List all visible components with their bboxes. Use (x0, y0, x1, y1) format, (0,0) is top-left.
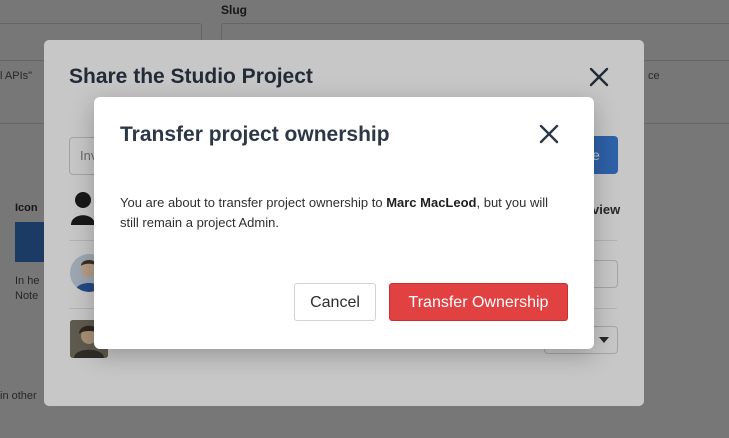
message-prefix: You are about to transfer project owners… (120, 195, 387, 210)
transfer-ownership-button[interactable]: Transfer Ownership (389, 283, 568, 321)
cancel-button[interactable]: Cancel (294, 283, 376, 321)
dialog-title: Transfer project ownership (120, 123, 390, 146)
transfer-ownership-dialog: Transfer project ownership You are about… (94, 97, 594, 349)
close-icon[interactable] (538, 123, 560, 145)
new-owner-name: Marc MacLeod (386, 195, 477, 210)
dialog-message: You are about to transfer project owners… (120, 193, 570, 233)
